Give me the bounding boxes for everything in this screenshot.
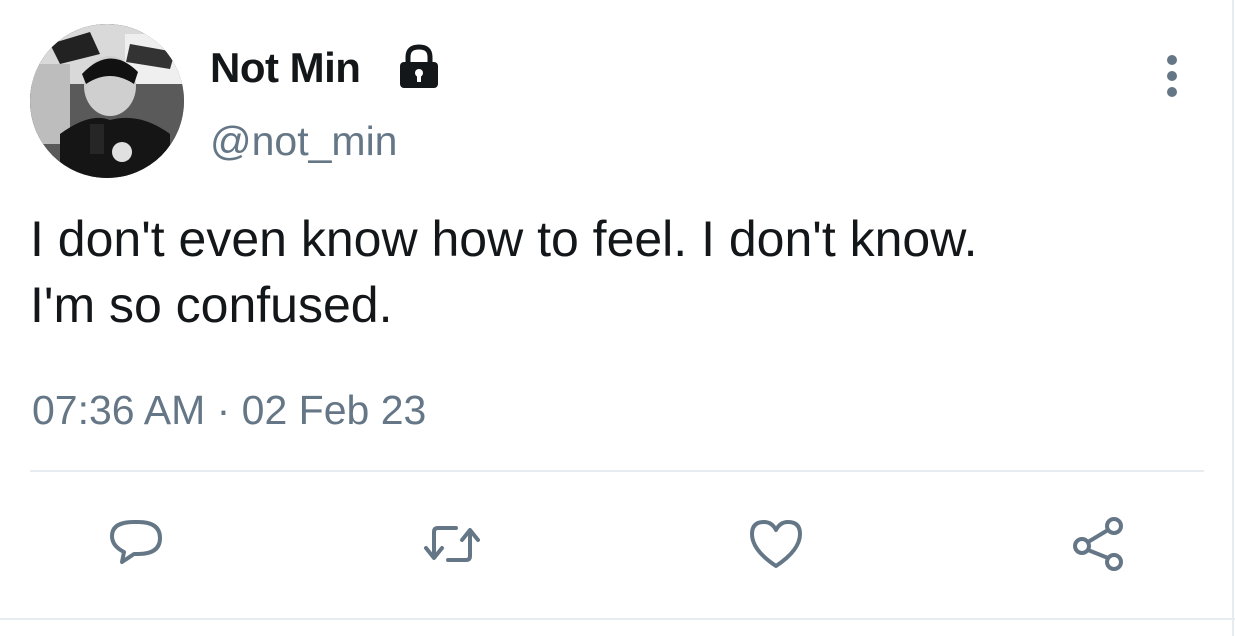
divider — [30, 470, 1204, 472]
heart-icon[interactable] — [744, 512, 808, 576]
tweet-card: Not Min @not_min I don't even know how t… — [0, 0, 1235, 636]
reply-icon[interactable] — [104, 512, 168, 576]
tweet-text: I don't even know how to feel. I don't k… — [30, 206, 1190, 338]
bottom-divider — [0, 618, 1235, 620]
more-vertical-icon[interactable] — [1152, 50, 1192, 102]
avatar-photo — [30, 24, 184, 178]
lock-icon — [400, 44, 438, 88]
tweet-text-line: I'm so confused. — [30, 277, 393, 333]
tweet-text-line: I don't even know how to feel. I don't k… — [30, 211, 978, 267]
retweet-icon[interactable] — [420, 512, 484, 576]
share-icon[interactable] — [1066, 512, 1130, 576]
card-edge — [1232, 0, 1234, 636]
user-handle[interactable]: @not_min — [210, 115, 397, 167]
avatar[interactable] — [30, 24, 184, 178]
display-name[interactable]: Not Min — [210, 42, 361, 94]
tweet-timestamp[interactable]: 07:36 AM · 02 Feb 23 — [32, 384, 426, 436]
